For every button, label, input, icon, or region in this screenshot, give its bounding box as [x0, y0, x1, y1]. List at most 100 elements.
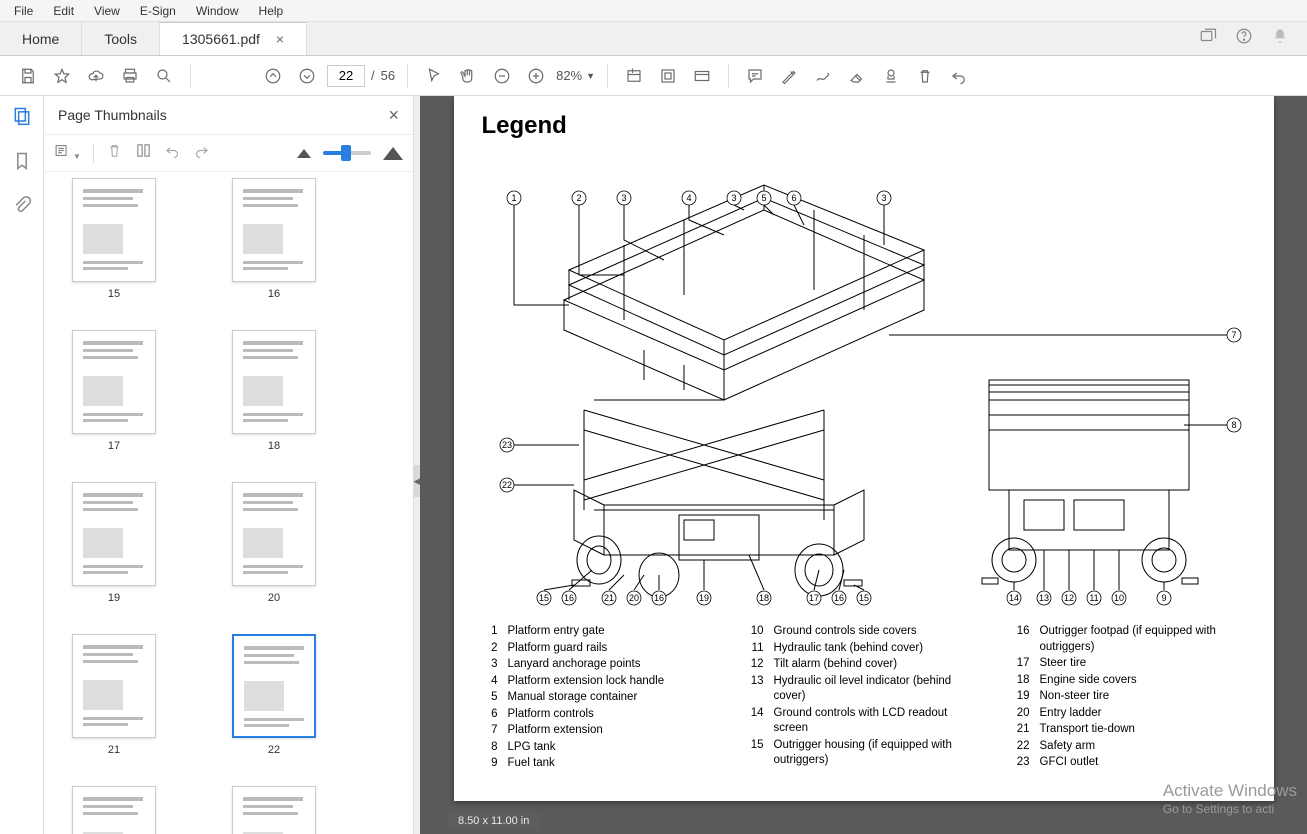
svg-text:23: 23 — [501, 440, 511, 450]
svg-text:4: 4 — [686, 193, 691, 203]
thumb-delete-icon[interactable] — [106, 142, 123, 164]
thumbnails-rail-icon[interactable] — [12, 106, 32, 131]
tab-home[interactable]: Home — [0, 22, 82, 55]
fit-width-icon[interactable] — [620, 62, 648, 90]
star-icon[interactable] — [48, 62, 76, 90]
print-icon[interactable] — [116, 62, 144, 90]
legend-item-12: 12Tilt alarm (behind cover) — [748, 657, 980, 673]
svg-text:7: 7 — [1231, 330, 1236, 340]
read-mode-icon[interactable] — [688, 62, 716, 90]
selection-tool-icon[interactable] — [420, 62, 448, 90]
thumbnail-page-23[interactable]: 23 — [64, 786, 164, 834]
save-icon[interactable] — [14, 62, 42, 90]
thumb-size-slider[interactable] — [323, 151, 371, 155]
thumbnail-page-17[interactable]: 17 — [64, 330, 164, 452]
help-icon[interactable] — [1235, 27, 1253, 50]
thumbnail-list[interactable]: 15 16 17 18 19 20 21 22 23 24 — [44, 172, 413, 834]
legend-item-1: 1Platform entry gate — [482, 624, 714, 640]
tab-tools[interactable]: Tools — [82, 22, 160, 55]
thumbnail-page-21[interactable]: 21 — [64, 634, 164, 756]
svg-text:17: 17 — [808, 593, 818, 603]
thumb-options-icon[interactable]: ▼ — [54, 142, 81, 164]
svg-text:16: 16 — [563, 593, 573, 603]
svg-text:16: 16 — [653, 593, 663, 603]
menu-help[interactable]: Help — [249, 2, 294, 20]
svg-text:22: 22 — [501, 480, 511, 490]
svg-text:12: 12 — [1063, 593, 1073, 603]
thumbnail-page-15[interactable]: 15 — [64, 178, 164, 300]
tab-document[interactable]: 1305661.pdf × — [160, 22, 307, 55]
hand-tool-icon[interactable] — [454, 62, 482, 90]
tab-bar: Home Tools 1305661.pdf × — [0, 22, 1307, 56]
svg-text:18: 18 — [758, 593, 768, 603]
menu-window[interactable]: Window — [186, 2, 249, 20]
comment-icon[interactable] — [741, 62, 769, 90]
svg-text:11: 11 — [1089, 593, 1098, 603]
page-number-input[interactable] — [327, 65, 365, 87]
svg-text:10: 10 — [1113, 593, 1123, 603]
thumbnail-page-16[interactable]: 16 — [224, 178, 324, 300]
legend-item-22: 22Safety arm — [1014, 739, 1246, 755]
attachments-rail-icon[interactable] — [12, 196, 32, 221]
thumbnail-page-19[interactable]: 19 — [64, 482, 164, 604]
legend-item-5: 5Manual storage container — [482, 690, 714, 706]
legend-item-3: 3Lanyard anchorage points — [482, 657, 714, 673]
legend-diagram: 1 2 3 4 3 5 6 3 7 8 23 22 15 16 — [482, 150, 1246, 610]
zoom-dropdown-icon[interactable]: ▼ — [586, 71, 595, 81]
cloud-icon[interactable] — [82, 62, 110, 90]
svg-text:9: 9 — [1161, 593, 1166, 603]
svg-text:8: 8 — [1231, 420, 1236, 430]
svg-text:14: 14 — [1008, 593, 1018, 603]
svg-text:3: 3 — [881, 193, 886, 203]
page-up-icon[interactable] — [259, 62, 287, 90]
svg-text:13: 13 — [1038, 593, 1048, 603]
zoom-level[interactable]: 82% — [556, 68, 582, 83]
draw-icon[interactable] — [809, 62, 837, 90]
erase-icon[interactable] — [843, 62, 871, 90]
page-down-icon[interactable] — [293, 62, 321, 90]
svg-text:5: 5 — [761, 193, 766, 203]
undo-icon[interactable] — [945, 62, 973, 90]
menu-edit[interactable]: Edit — [43, 2, 84, 20]
menu-esign[interactable]: E-Sign — [130, 2, 186, 20]
thumb-redo-icon[interactable] — [193, 142, 210, 164]
share-icon[interactable] — [1199, 27, 1217, 50]
thumb-size-large-icon[interactable] — [383, 147, 403, 160]
thumbnail-page-24[interactable]: 24 — [224, 786, 324, 834]
page-separator: / — [371, 68, 375, 83]
thumbnail-page-22[interactable]: 22 — [224, 634, 324, 756]
legend-item-20: 20Entry ladder — [1014, 706, 1246, 722]
legend-item-21: 21Transport tie-down — [1014, 722, 1246, 738]
thumbnail-panel: Page Thumbnails × ▼ 15 16 17 18 19 20 21 22 23 24 — [44, 96, 414, 834]
legend-item-15: 15Outrigger housing (if equipped with ou… — [748, 738, 980, 769]
thumbnail-page-18[interactable]: 18 — [224, 330, 324, 452]
delete-icon[interactable] — [911, 62, 939, 90]
thumbnail-panel-close-icon[interactable]: × — [388, 105, 399, 126]
zoom-out-icon[interactable] — [488, 62, 516, 90]
bookmarks-rail-icon[interactable] — [12, 151, 32, 176]
stamp-icon[interactable] — [877, 62, 905, 90]
svg-text:16: 16 — [833, 593, 843, 603]
thumbnail-page-20[interactable]: 20 — [224, 482, 324, 604]
legend-item-6: 6Platform controls — [482, 707, 714, 723]
svg-text:15: 15 — [858, 593, 868, 603]
zoom-in-icon[interactable] — [522, 62, 550, 90]
legend-item-17: 17Steer tire — [1014, 656, 1246, 672]
menu-file[interactable]: File — [4, 2, 43, 20]
thumb-print-icon[interactable] — [135, 142, 152, 164]
menu-view[interactable]: View — [84, 2, 130, 20]
legend-item-14: 14Ground controls with LCD readout scree… — [748, 706, 980, 737]
document-area[interactable]: Legend — [420, 96, 1307, 834]
fit-page-icon[interactable] — [654, 62, 682, 90]
svg-text:6: 6 — [791, 193, 796, 203]
thumbnail-panel-title: Page Thumbnails — [58, 107, 167, 123]
bell-icon[interactable] — [1271, 27, 1289, 50]
legend-item-8: 8LPG tank — [482, 740, 714, 756]
tab-close-icon[interactable]: × — [276, 31, 284, 47]
legend-item-16: 16Outrigger footpad (if equipped with ou… — [1014, 624, 1246, 655]
thumb-size-small-icon[interactable] — [297, 149, 311, 158]
search-icon[interactable] — [150, 62, 178, 90]
highlight-icon[interactable] — [775, 62, 803, 90]
legend-item-13: 13Hydraulic oil level indicator (behind … — [748, 674, 980, 705]
thumb-undo-icon[interactable] — [164, 142, 181, 164]
